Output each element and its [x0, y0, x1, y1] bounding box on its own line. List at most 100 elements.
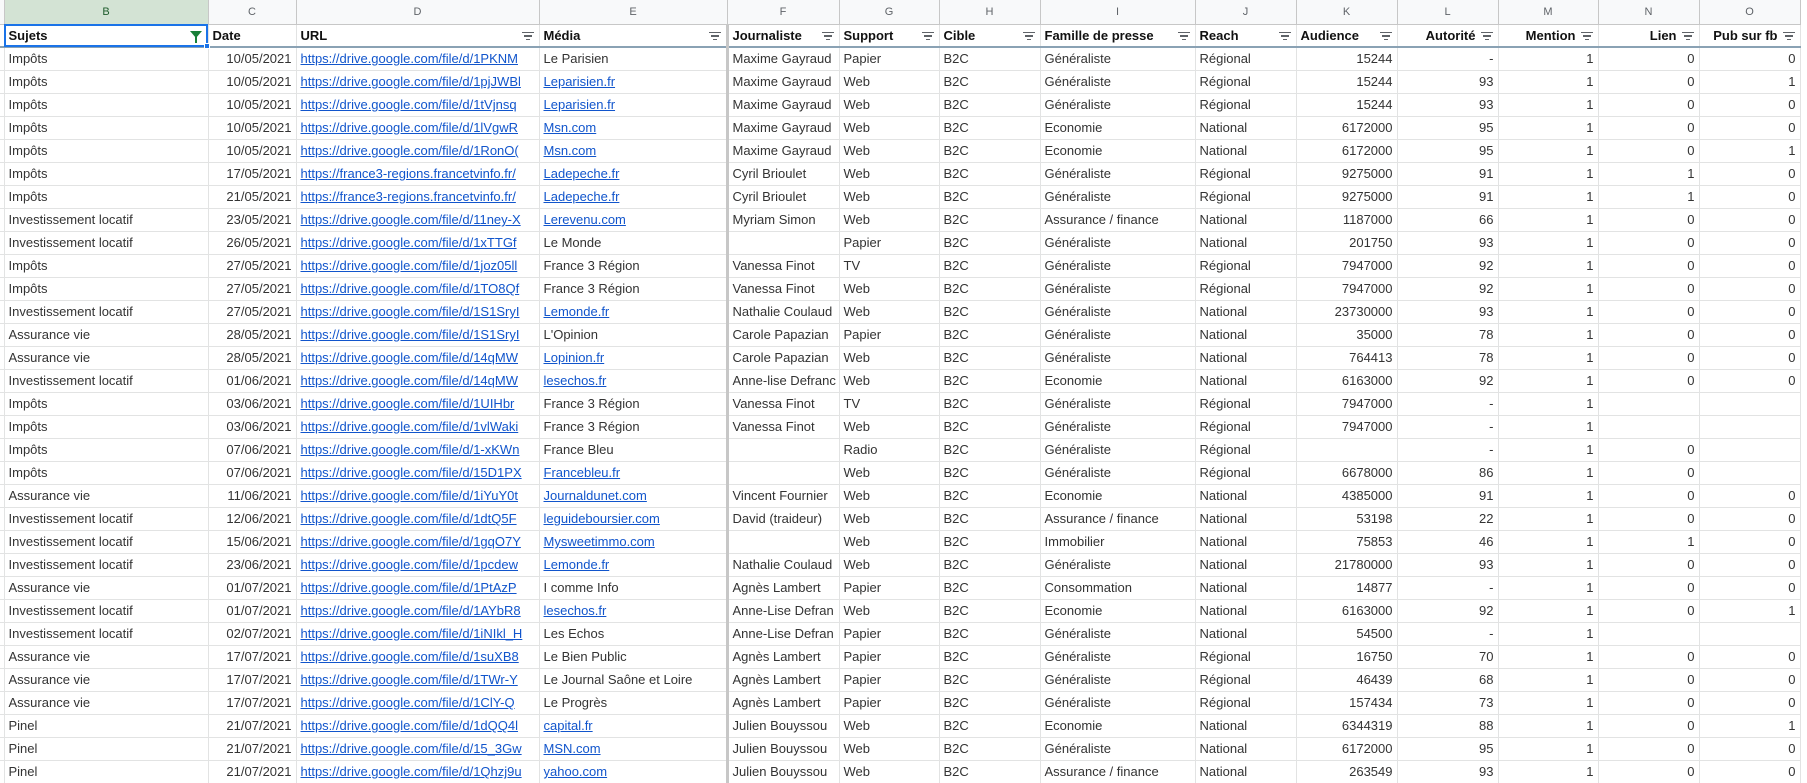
cell-mention[interactable]: 1 — [1498, 668, 1599, 692]
cell-url[interactable]: https://drive.google.com/file/d/1AYbR8 — [296, 599, 540, 623]
cell-famille-de-presse[interactable]: Généraliste — [1040, 300, 1196, 324]
cell-autorite[interactable]: 92 — [1397, 369, 1499, 393]
column-header-h[interactable]: H — [939, 0, 1041, 25]
cell-cible[interactable]: B2C — [939, 346, 1041, 370]
cell-support[interactable]: Papier — [839, 47, 940, 71]
cell-journaliste[interactable]: Julien Bouyssou — [727, 737, 840, 761]
cell-audience[interactable]: 15244 — [1296, 70, 1398, 94]
cell-mention[interactable]: 1 — [1498, 369, 1599, 393]
cell-famille-de-presse[interactable]: Généraliste — [1040, 415, 1196, 439]
cell-journaliste[interactable]: Maxime Gayraud — [727, 139, 840, 163]
column-header-l[interactable]: L — [1397, 0, 1499, 25]
cell-reach[interactable]: Régional — [1195, 254, 1297, 278]
cell-audience[interactable]: 6344319 — [1296, 714, 1398, 738]
header-cell-mention[interactable]: Mention — [1498, 24, 1599, 48]
cell-pub-sur-fb[interactable] — [1699, 622, 1801, 646]
cell-autorite[interactable]: - — [1397, 622, 1499, 646]
cell-journaliste[interactable]: Cyril Brioulet — [727, 162, 840, 186]
column-header-b[interactable]: B — [4, 0, 209, 25]
cell-pub-sur-fb[interactable] — [1699, 415, 1801, 439]
cell-mention[interactable]: 1 — [1498, 645, 1599, 669]
cell-sujets[interactable]: Impôts — [4, 254, 209, 278]
cell-reach[interactable]: National — [1195, 714, 1297, 738]
cell-date[interactable]: 12/06/2021 — [208, 507, 297, 531]
cell-autorite[interactable]: - — [1397, 576, 1499, 600]
cell-lien[interactable]: 1 — [1598, 185, 1700, 209]
cell-media[interactable]: Lemonde.fr — [539, 553, 729, 577]
cell-cible[interactable]: B2C — [939, 484, 1041, 508]
cell-mention[interactable]: 1 — [1498, 415, 1599, 439]
cell-cible[interactable]: B2C — [939, 691, 1041, 715]
cell-autorite[interactable]: - — [1397, 392, 1499, 416]
cell-autorite[interactable]: 91 — [1397, 185, 1499, 209]
cell-famille-de-presse[interactable]: Economie — [1040, 714, 1196, 738]
filter-icon[interactable] — [1278, 31, 1291, 41]
cell-mention[interactable]: 1 — [1498, 162, 1599, 186]
cell-audience[interactable]: 4385000 — [1296, 484, 1398, 508]
cell-media[interactable]: Le Bien Public — [539, 645, 729, 669]
cell-pub-sur-fb[interactable]: 0 — [1699, 553, 1801, 577]
cell-cible[interactable]: B2C — [939, 622, 1041, 646]
cell-sujets[interactable]: Pinel — [4, 714, 209, 738]
cell-sujets[interactable]: Impôts — [4, 461, 209, 485]
cell-sujets[interactable]: Assurance vie — [4, 346, 209, 370]
cell-audience[interactable]: 46439 — [1296, 668, 1398, 692]
cell-autorite[interactable]: 93 — [1397, 93, 1499, 117]
cell-sujets[interactable]: Investissement locatif — [4, 507, 209, 531]
cell-audience[interactable]: 7947000 — [1296, 392, 1398, 416]
cell-media[interactable]: Leparisien.fr — [539, 93, 729, 117]
cell-famille-de-presse[interactable]: Généraliste — [1040, 162, 1196, 186]
filter-icon[interactable] — [1480, 31, 1493, 41]
cell-famille-de-presse[interactable]: Assurance / finance — [1040, 507, 1196, 531]
cell-date[interactable]: 27/05/2021 — [208, 254, 297, 278]
cell-media[interactable]: Les Echos — [539, 622, 729, 646]
cell-support[interactable]: Papier — [839, 645, 940, 669]
cell-media[interactable]: Msn.com — [539, 116, 729, 140]
cell-support[interactable]: Web — [839, 93, 940, 117]
cell-url[interactable]: https://drive.google.com/file/d/1tVjnsq — [296, 93, 540, 117]
cell-support[interactable]: Web — [839, 116, 940, 140]
cell-reach[interactable]: National — [1195, 231, 1297, 255]
cell-famille-de-presse[interactable]: Assurance / finance — [1040, 208, 1196, 232]
cell-media[interactable]: Le Progrès — [539, 691, 729, 715]
cell-famille-de-presse[interactable]: Généraliste — [1040, 438, 1196, 462]
filter-icon[interactable] — [521, 31, 534, 41]
cell-journaliste[interactable]: Agnès Lambert — [727, 576, 840, 600]
cell-date[interactable]: 10/05/2021 — [208, 139, 297, 163]
cell-audience[interactable]: 14877 — [1296, 576, 1398, 600]
cell-famille-de-presse[interactable]: Généraliste — [1040, 70, 1196, 94]
cell-journaliste[interactable]: Agnès Lambert — [727, 691, 840, 715]
cell-media[interactable]: I comme Info — [539, 576, 729, 600]
cell-sujets[interactable]: Impôts — [4, 139, 209, 163]
cell-date[interactable]: 11/06/2021 — [208, 484, 297, 508]
cell-audience[interactable]: 35000 — [1296, 323, 1398, 347]
cell-cible[interactable]: B2C — [939, 737, 1041, 761]
cell-lien[interactable]: 0 — [1598, 461, 1700, 485]
cell-audience[interactable]: 157434 — [1296, 691, 1398, 715]
cell-audience[interactable]: 6163000 — [1296, 599, 1398, 623]
cell-audience[interactable]: 75853 — [1296, 530, 1398, 554]
cell-url[interactable]: https://drive.google.com/file/d/1iNIkl_H — [296, 622, 540, 646]
cell-mention[interactable]: 1 — [1498, 599, 1599, 623]
cell-mention[interactable]: 1 — [1498, 208, 1599, 232]
cell-date[interactable]: 23/05/2021 — [208, 208, 297, 232]
cell-famille-de-presse[interactable]: Economie — [1040, 369, 1196, 393]
cell-mention[interactable]: 1 — [1498, 116, 1599, 140]
cell-support[interactable]: Radio — [839, 438, 940, 462]
cell-autorite[interactable]: 73 — [1397, 691, 1499, 715]
selection-handle[interactable] — [204, 43, 210, 49]
cell-sujets[interactable]: Assurance vie — [4, 668, 209, 692]
cell-pub-sur-fb[interactable]: 0 — [1699, 93, 1801, 117]
cell-pub-sur-fb[interactable]: 0 — [1699, 760, 1801, 783]
cell-url[interactable]: https://drive.google.com/file/d/1lVgwR — [296, 116, 540, 140]
cell-mention[interactable]: 1 — [1498, 507, 1599, 531]
cell-reach[interactable]: Régional — [1195, 70, 1297, 94]
cell-autorite[interactable]: 22 — [1397, 507, 1499, 531]
column-header-o[interactable]: O — [1699, 0, 1801, 25]
cell-autorite[interactable]: 95 — [1397, 737, 1499, 761]
cell-lien[interactable]: 1 — [1598, 162, 1700, 186]
cell-pub-sur-fb[interactable]: 0 — [1699, 47, 1801, 71]
cell-famille-de-presse[interactable]: Assurance / finance — [1040, 760, 1196, 783]
cell-pub-sur-fb[interactable]: 0 — [1699, 576, 1801, 600]
cell-pub-sur-fb[interactable]: 0 — [1699, 668, 1801, 692]
